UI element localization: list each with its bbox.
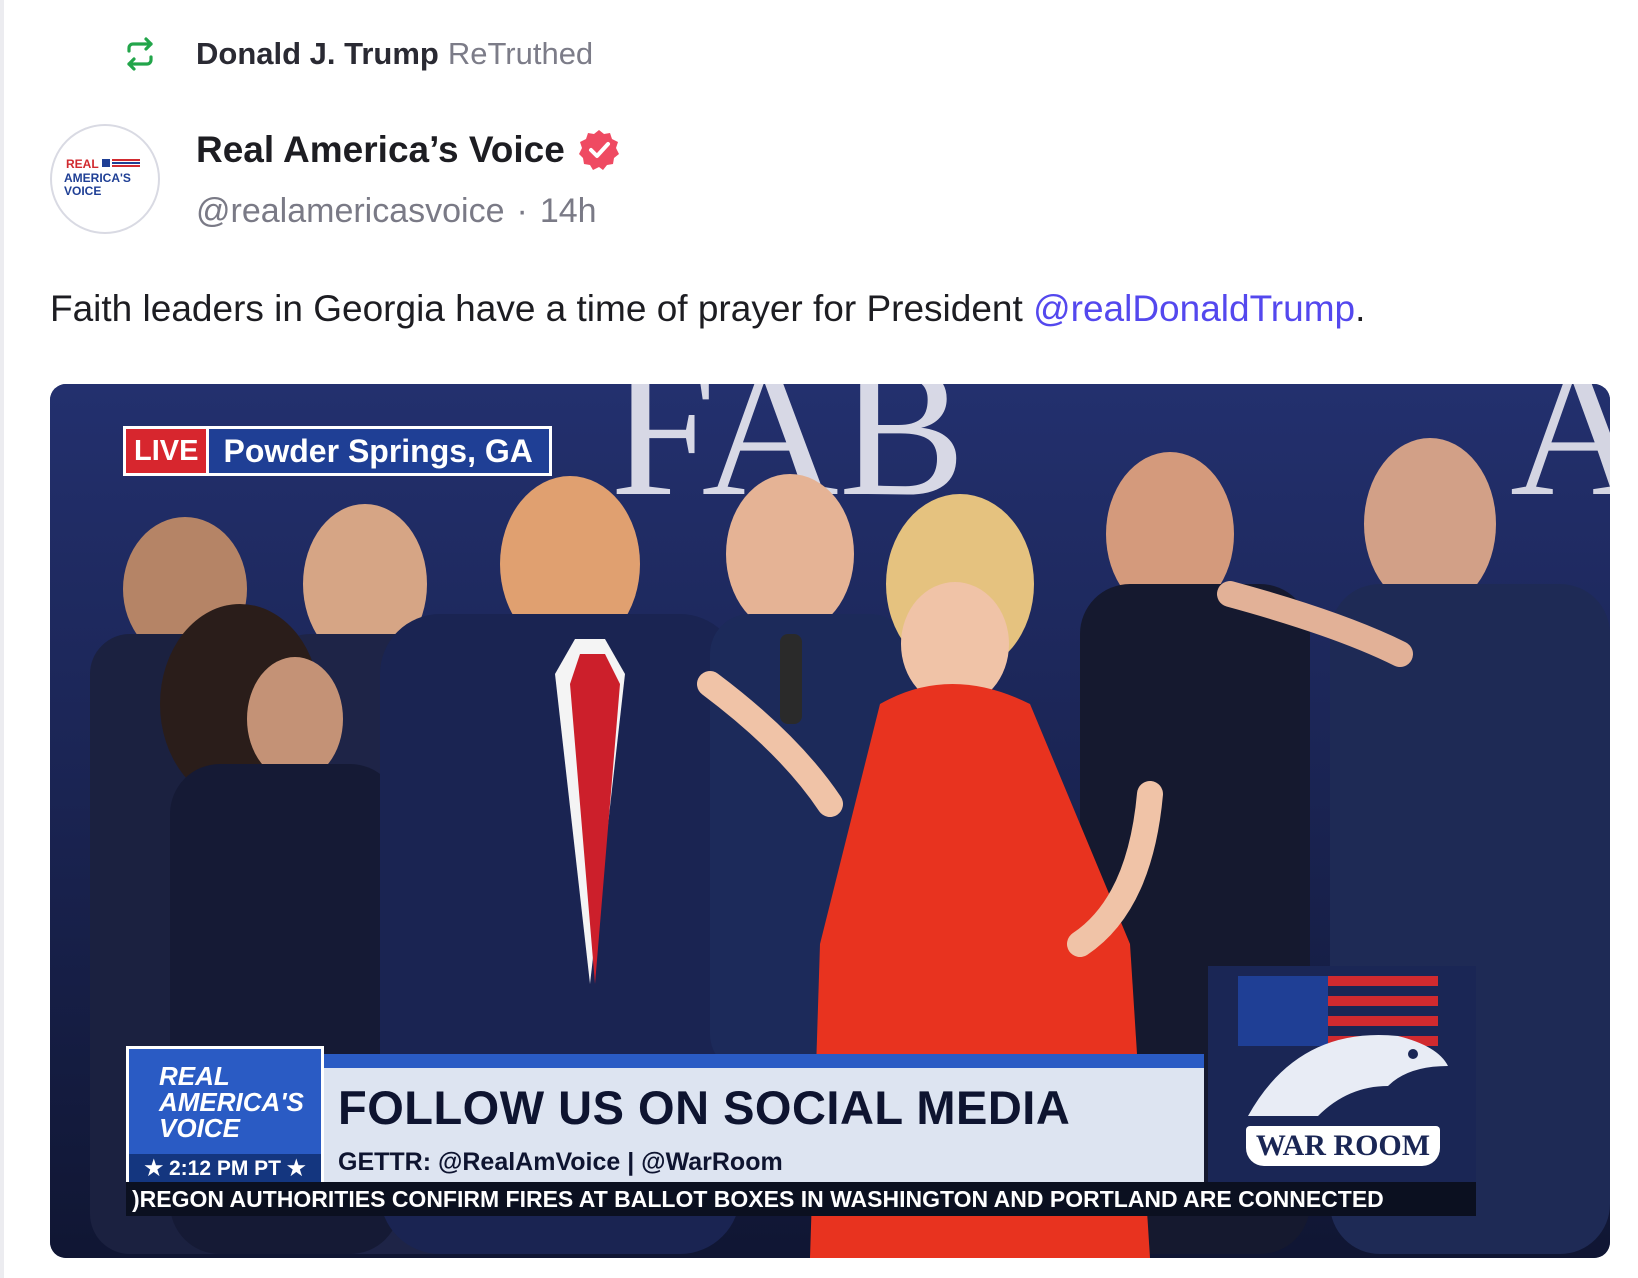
author-meta: @realamericasvoice · 14h xyxy=(196,192,597,231)
chyron-subline: GETTR: @RealAmVoice | @WarRoom xyxy=(338,1148,783,1176)
author-display-name[interactable]: Real America’s Voice xyxy=(196,129,565,171)
svg-text:A: A xyxy=(1510,384,1610,536)
post-text: Faith leaders in Georgia have a time of … xyxy=(50,288,1365,330)
post-text-end: . xyxy=(1355,288,1366,329)
retruth-label: ReTruthed xyxy=(447,36,594,71)
chyron-headline: FOLLOW US ON SOCIAL MEDIA xyxy=(338,1081,1071,1134)
svg-text:REAL: REAL xyxy=(66,157,99,171)
network-line2: AMERICA'S xyxy=(159,1087,304,1117)
live-tag: LIVE xyxy=(126,429,210,473)
verified-badge-icon xyxy=(578,130,619,170)
post-timestamp[interactable]: 14h xyxy=(540,192,597,231)
network-logo: REAL AMERICA'S VOICE xyxy=(159,1063,304,1141)
broadcast-time: ★ 2:12 PM PT ★ xyxy=(129,1154,321,1182)
eagle-flag-icon xyxy=(1238,976,1448,1116)
post-text-body: Faith leaders in Georgia have a time of … xyxy=(50,288,1034,329)
meta-separator: · xyxy=(516,192,528,230)
news-ticker: )REGON AUTHORITIES CONFIRM FIRES AT BALL… xyxy=(126,1182,1476,1216)
feed-column-border xyxy=(0,0,4,1278)
author-handle[interactable]: @realamericasvoice xyxy=(196,192,505,231)
headline-box: FOLLOW US ON SOCIAL MEDIA GETTR: @RealAm… xyxy=(324,1054,1204,1182)
live-bug: LIVE Powder Springs, GA xyxy=(123,426,552,476)
avatar[interactable]: REAL AMERICA'S VOICE xyxy=(50,124,160,234)
retruth-user-name[interactable]: Donald J. Trump xyxy=(196,36,439,72)
mention-link[interactable]: @realDonaldTrump xyxy=(1033,288,1355,329)
retruth-icon xyxy=(127,37,153,71)
network-logo-box: REAL AMERICA'S VOICE ★ 2:12 PM PT ★ xyxy=(126,1046,324,1182)
warroom-label: WAR ROOM xyxy=(1246,1126,1440,1166)
headline-top-bar xyxy=(324,1054,1204,1068)
svg-text:VOICE: VOICE xyxy=(64,184,101,198)
network-line1: REAL xyxy=(159,1061,230,1091)
warroom-logo: WAR ROOM xyxy=(1208,966,1476,1182)
network-line3: VOICE xyxy=(159,1113,240,1143)
retruth-header: Donald J. Trump ReTruthed xyxy=(122,30,593,78)
svg-text:AMERICA'S: AMERICA'S xyxy=(64,171,131,185)
post-media-video[interactable]: FAB A LIVE Powder Springs, GA REAL AMERI… xyxy=(50,384,1610,1258)
rav-logo-icon: REAL AMERICA'S VOICE xyxy=(64,157,140,198)
live-location: Powder Springs, GA xyxy=(223,432,533,469)
author-name-row: Real America’s Voice xyxy=(196,128,621,172)
lower-third: REAL AMERICA'S VOICE ★ 2:12 PM PT ★ FOLL… xyxy=(126,966,1526,1216)
